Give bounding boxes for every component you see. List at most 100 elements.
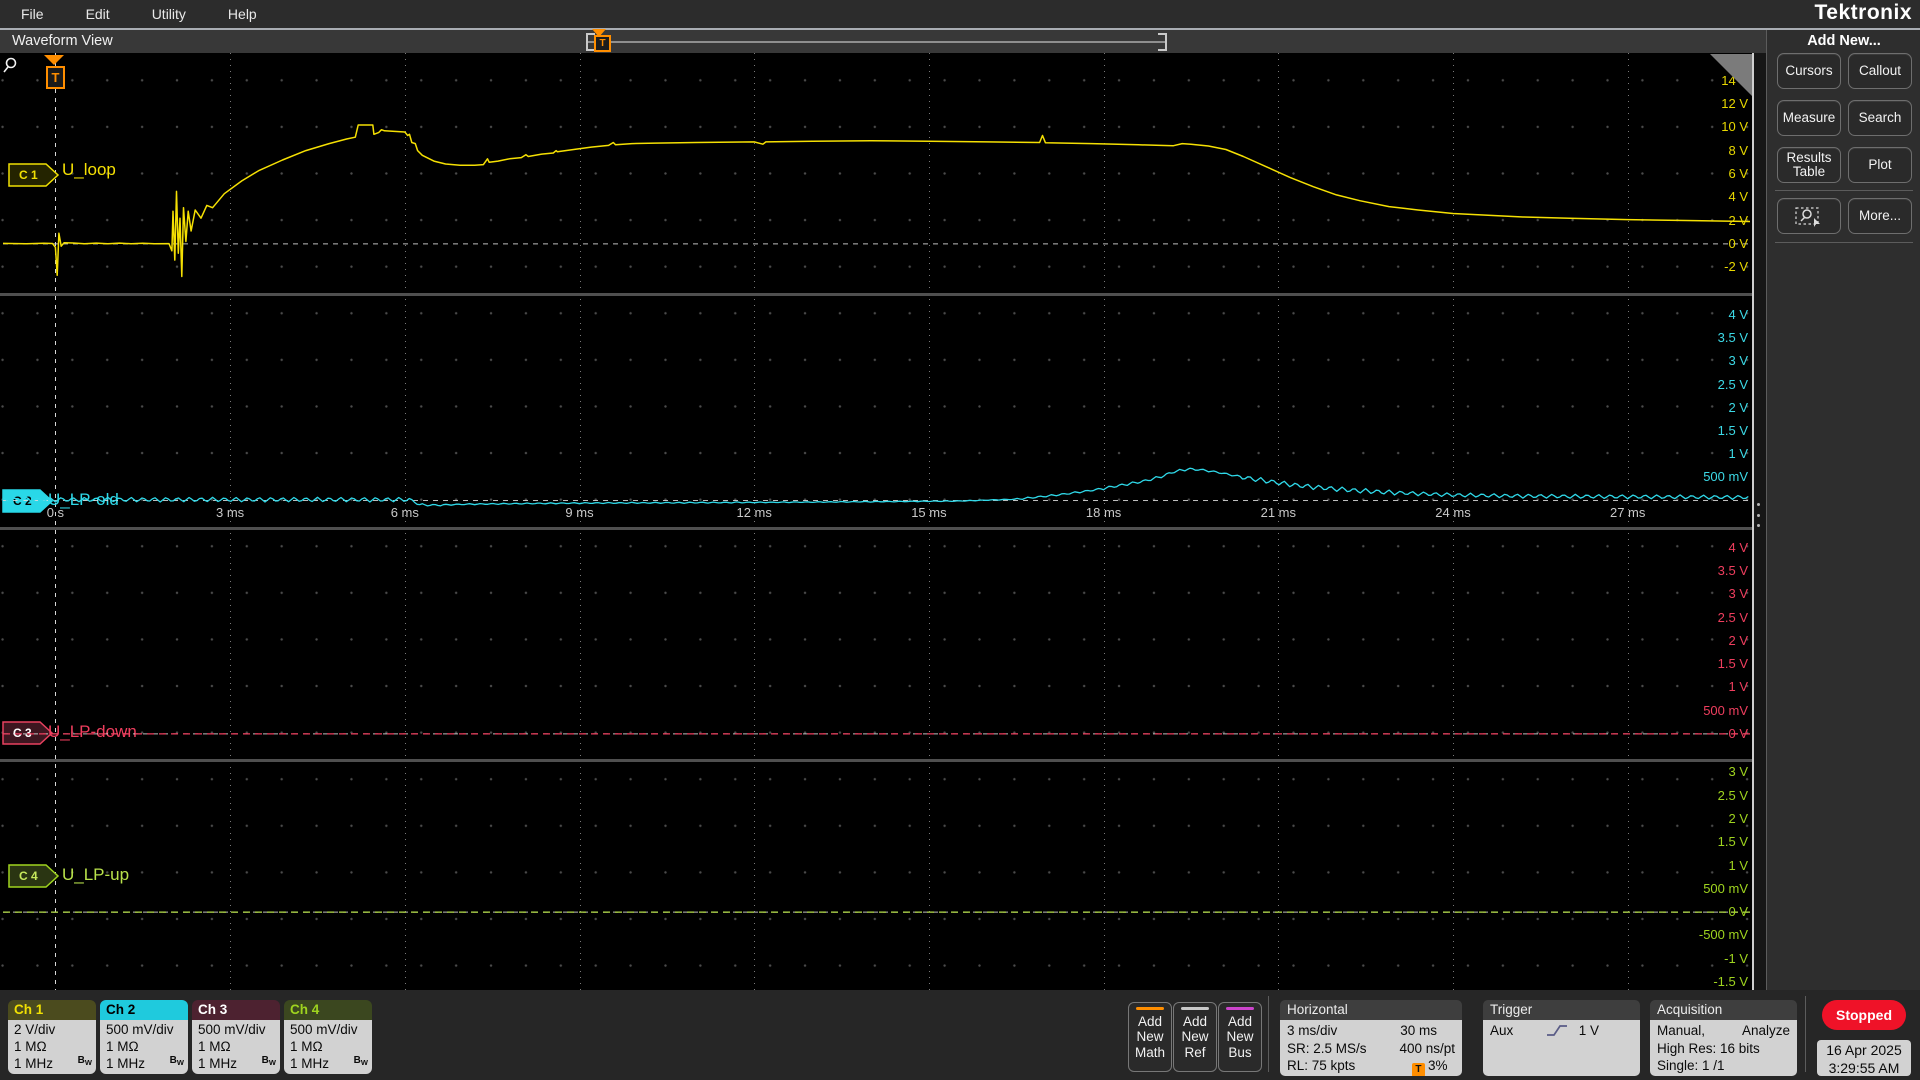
waveform-view-title: Waveform View (12, 33, 113, 49)
scale-tick-label: 3.5 V (1717, 330, 1748, 346)
scale-tick-label: 3 V (1728, 586, 1748, 602)
overview-line (588, 41, 1165, 43)
zoom-select-button[interactable] (1777, 198, 1841, 234)
scale-tick-label: 2.5 V (1717, 609, 1748, 625)
scale-tick-label: -500 mV (1698, 927, 1748, 943)
tekscope-app: File Edit Utility Help Tektronix Wavefor… (0, 0, 1920, 1080)
waveform-trace[interactable] (2, 124, 1751, 278)
scale-tick-label: 1 V (1728, 857, 1748, 873)
panel-separator (1775, 190, 1913, 191)
menu-help[interactable]: Help (207, 6, 278, 22)
callout-button[interactable]: Callout (1848, 53, 1912, 89)
horizontal-scale: 3 ms/div (1287, 1023, 1338, 1038)
horizontal-window: 30 ms (1400, 1023, 1437, 1038)
scale-tick-label: 4 V (1728, 307, 1748, 322)
ch2-scale: 500 mV/div (106, 1022, 174, 1037)
ch2-settings-card[interactable]: Ch 2 500 mV/div 1 MΩ 1 MHz BW (100, 1000, 188, 1074)
ch3-scale: 500 mV/div (198, 1022, 266, 1037)
search-button[interactable]: Search (1848, 100, 1912, 136)
date-value: 16 Apr 2025 (1826, 1042, 1902, 1058)
scale-tick-label: 3 V (1728, 353, 1748, 369)
ch4-scale: 500 mV/div (290, 1022, 358, 1037)
scale-tick-label: 1 V (1728, 679, 1748, 695)
menu-file[interactable]: File (0, 6, 65, 22)
ch1-scale: 2 V/div (14, 1022, 56, 1037)
scale-tick-label: 2 V (1728, 212, 1748, 228)
more-button[interactable]: More... (1848, 198, 1912, 234)
time-value: 3:29:55 AM (1828, 1060, 1900, 1076)
scale-tick-label: 0 V (1728, 904, 1748, 920)
scale-tick-label: 500 mV (1703, 702, 1748, 718)
menu-bar: File Edit Utility Help Tektronix (0, 0, 1920, 28)
scale-tick-label: 500 mV (1703, 469, 1748, 485)
scale-tick-label: 4 V (1728, 539, 1748, 555)
scale-tick-label: 3 V (1728, 764, 1748, 780)
plot-right-edge (1752, 53, 1754, 990)
add-new-panel: Add New... Cursors Callout Measure Searc… (1766, 30, 1920, 990)
ch3-card-title: Ch 3 (192, 1000, 280, 1020)
magnifier-icon (3, 57, 17, 73)
horizontal-overview-bar[interactable]: T (586, 29, 1167, 52)
scale-tick-label: -2 V (1724, 259, 1748, 275)
add-new-bus-button[interactable]: Add New Bus (1218, 1002, 1262, 1072)
scale-tick-label: 2 V (1728, 399, 1748, 415)
datetime-display: 16 Apr 2025 3:29:55 AM (1817, 1040, 1911, 1076)
scale-tick-label: 12 V (1721, 96, 1748, 111)
acquisition-analyze: Analyze (1741, 1023, 1790, 1038)
ch1-settings-card[interactable]: Ch 1 2 V/div 1 MΩ 1 MHz BW (8, 1000, 96, 1074)
ref-color-strip (1181, 1007, 1209, 1010)
scale-tick-label: 0 V (1728, 725, 1748, 741)
statusbar-separator (1805, 996, 1806, 1072)
acquisition-single: Single: 1 /1 (1657, 1058, 1725, 1073)
bandwidth-limit-badge: BW (261, 1055, 276, 1067)
measure-button[interactable]: Measure (1777, 100, 1841, 136)
slot-drag-handle[interactable] (1757, 503, 1761, 527)
scale-tick-label: 2 V (1728, 632, 1748, 648)
ch2-card-title: Ch 2 (100, 1000, 188, 1020)
status-bar: Ch 1 2 V/div 1 MΩ 1 MHz BW Ch 2 500 mV/d… (0, 990, 1920, 1080)
add-new-math-button[interactable]: Add New Math (1128, 1002, 1172, 1072)
trace-U_loop (2, 124, 1751, 278)
results-table-button[interactable]: Results Table (1777, 147, 1841, 183)
acquisition-title: Acquisition (1650, 1000, 1797, 1020)
add-new-title: Add New... (1807, 33, 1881, 49)
scale-tick-label: -1 V (1724, 950, 1748, 966)
zoom-corner-button[interactable] (1710, 54, 1752, 97)
run-state-badge[interactable]: Stopped (1822, 1000, 1906, 1030)
ch4-card-title: Ch 4 (284, 1000, 372, 1020)
statusbar-separator (1268, 996, 1269, 1072)
menu-utility[interactable]: Utility (131, 6, 207, 22)
overview-trigger-marker-icon[interactable]: T (594, 35, 611, 52)
cursors-button[interactable]: Cursors (1777, 53, 1841, 89)
scale-tick-label: 0 V (1728, 235, 1748, 251)
acquisition-panel[interactable]: Acquisition Manual, Analyze High Res: 16 … (1650, 1000, 1797, 1076)
trace-U_LP-up (3, 911, 1750, 913)
add-new-ref-button[interactable]: Add New Ref (1173, 1002, 1217, 1072)
panel-separator (1775, 242, 1913, 243)
ch1-card-title: Ch 1 (8, 1000, 96, 1020)
time-resolution: 400 ns/pt (1399, 1040, 1455, 1056)
menu-edit[interactable]: Edit (65, 6, 131, 22)
scale-tick-label: 1.5 V (1717, 423, 1748, 438)
acquisition-detail: High Res: 16 bits (1657, 1040, 1760, 1056)
zoom-select-icon (1795, 207, 1820, 227)
trace-U_LP-down (3, 733, 1750, 735)
ch3-settings-card[interactable]: Ch 3 500 mV/div 1 MΩ 1 MHz BW (192, 1000, 280, 1074)
waveform-window: Waveform View T T C 1 U_loop C 2 U_LP-ol… (0, 29, 1766, 990)
plot-button[interactable]: Plot (1848, 147, 1912, 183)
math-color-strip (1136, 1007, 1164, 1010)
scale-tick-label: 4 V (1728, 189, 1748, 205)
scale-tick-label: 2 V (1728, 810, 1748, 826)
trigger-panel[interactable]: Trigger Aux 1 V (1483, 1000, 1640, 1076)
tektronix-logo: Tektronix (1814, 1, 1912, 24)
scale-tick-label: 1.5 V (1717, 656, 1748, 671)
acquisition-mode: Manual, (1657, 1023, 1706, 1038)
scale-tick-label: 2.5 V (1717, 787, 1748, 803)
trigger-position-value: T 3% (1411, 1057, 1455, 1076)
scale-tick-label: 1 V (1728, 446, 1748, 462)
ch4-settings-card[interactable]: Ch 4 500 mV/div 1 MΩ 1 MHz BW (284, 1000, 372, 1074)
graticule-area[interactable]: T C 1 U_loop C 2 U_LP-old C 3 U_LP-down … (0, 53, 1752, 990)
horizontal-panel[interactable]: Horizontal 3 ms/div 30 ms SR: 2.5 MS/s 400… (1280, 1000, 1462, 1076)
sample-rate: SR: 2.5 MS/s (1287, 1040, 1367, 1056)
scale-tick-label: 500 mV (1703, 880, 1748, 896)
